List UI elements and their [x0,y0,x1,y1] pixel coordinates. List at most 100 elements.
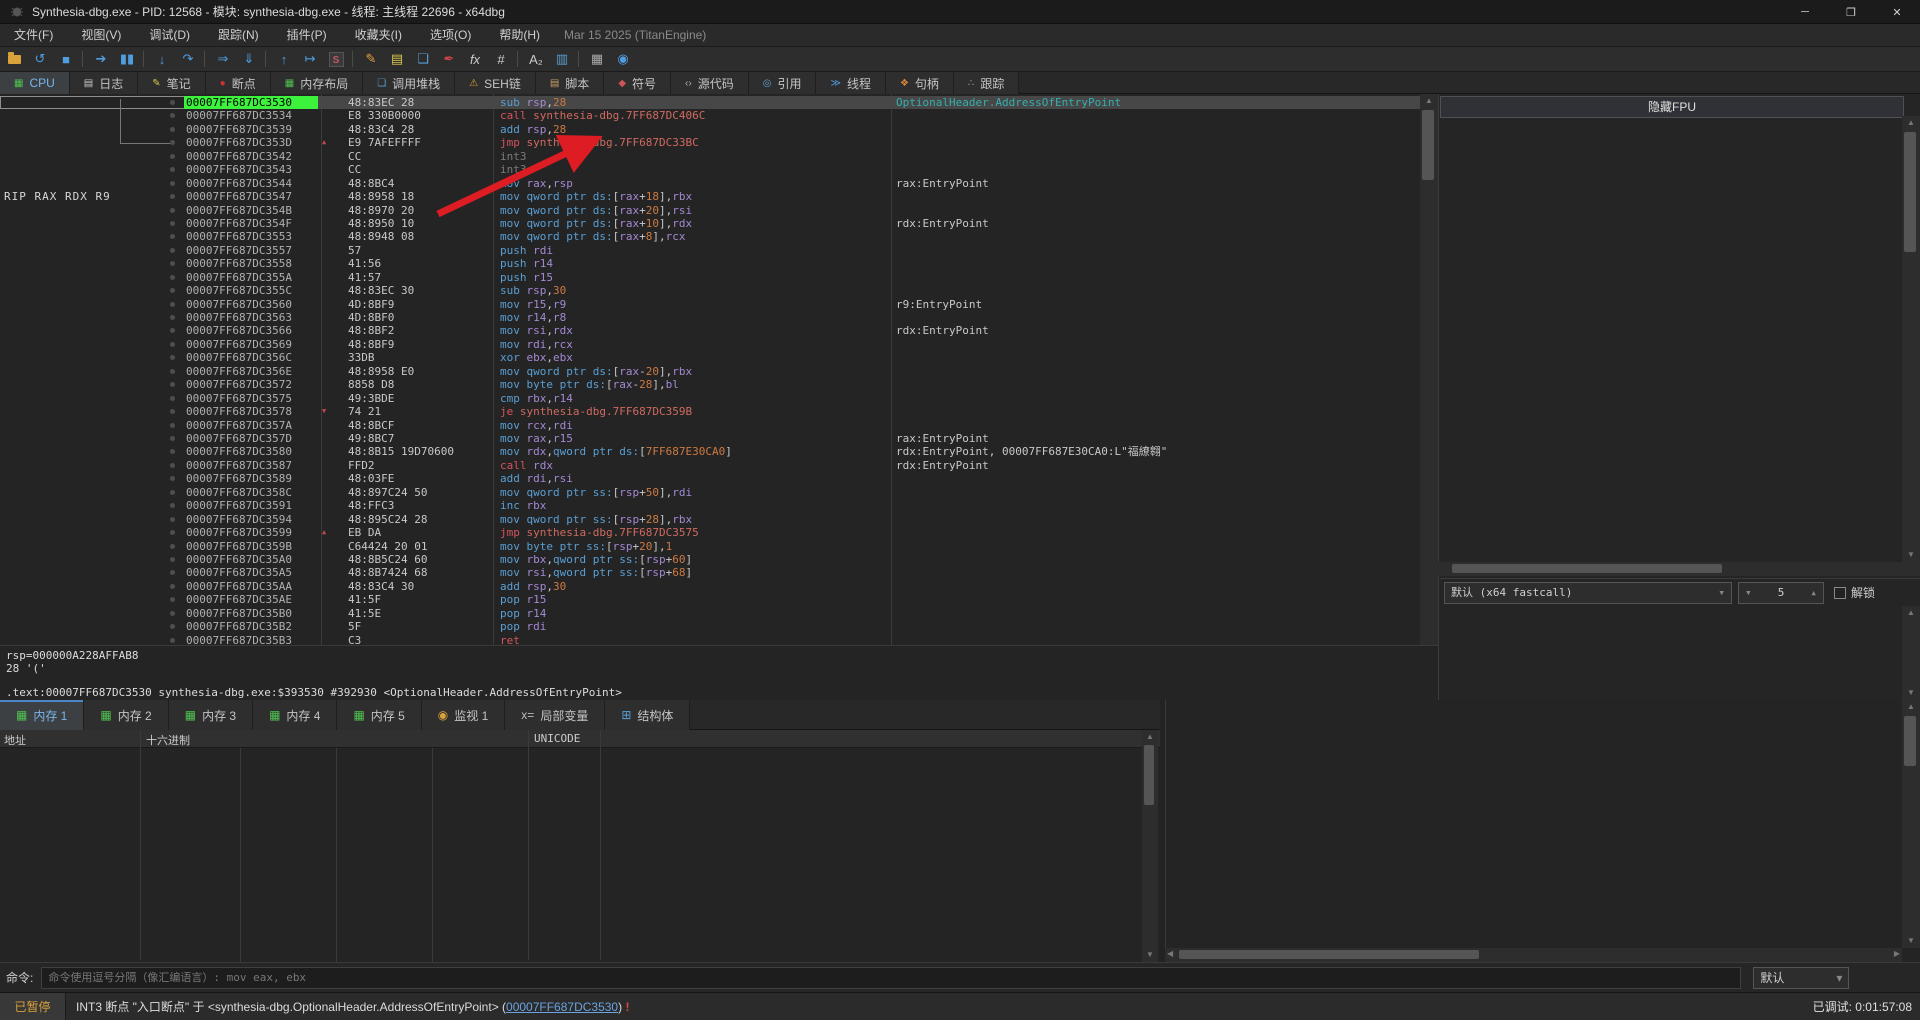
disasm-instruction[interactable]: jmp synthesia-dbg.7FF687DC3575 [500,526,886,539]
disasm-instruction[interactable]: je synthesia-dbg.7FF687DC359B [500,405,886,418]
disasm-address[interactable]: 00007FF687DC3578 [186,405,316,418]
breakpoint-dot[interactable] [170,423,175,428]
disasm-row[interactable]: 00007FF687DC353948:83C4 28add rsp,28 [0,123,1420,136]
step-over-icon[interactable]: ↷ [176,49,200,70]
arguments-view[interactable] [1440,606,1902,700]
disasm-instruction[interactable]: mov qword ptr ds:[rax-20],rbx [500,365,886,378]
disasm-address[interactable]: 00007FF687DC3563 [186,311,316,324]
breakpoint-dot[interactable] [170,476,175,481]
disasm-row[interactable]: 00007FF687DC356C33DBxor ebx,ebx [0,351,1420,364]
disasm-address[interactable]: 00007FF687DC35AE [186,593,316,606]
disasm-instruction[interactable]: inc rbx [500,499,886,512]
maximize-button[interactable]: ❐ [1828,0,1874,24]
tab-call-stack[interactable]: ❏调用堆栈 [363,72,455,94]
run-to-user-code-icon[interactable]: ↦ [298,49,322,70]
disasm-address[interactable]: 00007FF687DC3566 [186,324,316,337]
tab-dump-5[interactable]: ▦内存 5 [337,700,421,730]
breakpoint-dot[interactable] [170,234,175,239]
tab-trace[interactable]: ∴跟踪 [954,72,1019,94]
disasm-instruction[interactable]: mov qword ptr ds:[rax+8],rcx [500,230,886,243]
disasm-row[interactable]: 00007FF687DC35604D:8BF9mov r15,r9r9:Entr… [0,298,1420,311]
hide-fpu-button[interactable]: 隐藏FPU [1440,96,1904,118]
breakpoint-dot[interactable] [170,181,175,186]
disasm-row[interactable]: 00007FF687DC358C48:897C24 50mov qword pt… [0,486,1420,499]
disasm-row[interactable]: 00007FF687DC35B3C3ret [0,634,1420,645]
disasm-row[interactable]: 00007FF687DC3542CCint3 [0,150,1420,163]
disasm-instruction[interactable]: mov rdx,qword ptr ds:[7FF687E30CA0] [500,445,886,458]
disasm-instruction[interactable]: mov rax,r15 [500,432,886,445]
disasm-instruction[interactable]: mov qword ptr ds:[rax+10],rdx [500,217,886,230]
disasm-address[interactable]: 00007FF687DC3530 [184,96,318,109]
breakpoint-dot[interactable] [170,463,175,468]
disasm-row[interactable]: 00007FF687DC35B25Fpop rdi [0,620,1420,633]
breakpoint-dot[interactable] [170,503,175,508]
disasm-instruction[interactable]: xor ebx,ebx [500,351,886,364]
menu-item-7[interactable]: 帮助(H) [485,24,554,47]
disasm-address[interactable]: 00007FF687DC3587 [186,459,316,472]
minimize-button[interactable]: ─ [1782,0,1828,24]
breakpoint-dot[interactable] [170,113,175,118]
disasm-address[interactable]: 00007FF687DC359B [186,540,316,553]
dump-scrollbar[interactable]: ▲▼ [1142,730,1158,962]
breakpoint-dot[interactable] [170,154,175,159]
breakpoint-dot[interactable] [170,127,175,132]
disasm-address[interactable]: 00007FF687DC35B2 [186,620,316,633]
disasm-instruction[interactable]: mov byte ptr ds:[rax-28],bl [500,378,886,391]
disasm-row[interactable]: 00007FF687DC35B041:5Epop r14 [0,607,1420,620]
hash-icon[interactable]: # [489,49,513,70]
disasm-address[interactable]: 00007FF687DC354B [186,204,316,217]
disasm-instruction[interactable]: int3 [500,163,886,176]
disasm-address[interactable]: 00007FF687DC355C [186,284,316,297]
registers-hscrollbar[interactable] [1438,562,1920,576]
disasm-address[interactable]: 00007FF687DC3589 [186,472,316,485]
tab-notes[interactable]: ✎笔记 [138,72,205,94]
breakpoint-dot[interactable] [170,409,175,414]
disasm-instruction[interactable]: push rdi [500,244,886,257]
tab-handles[interactable]: ❖句柄 [886,72,954,94]
disasm-row[interactable]: 00007FF687DC353D▲E9 7AFEFFFFjmp synthesi… [0,136,1420,149]
disasm-address[interactable]: 00007FF687DC3542 [186,150,316,163]
disasm-row[interactable]: 00007FF687DC3587FFD2call rdxrdx:EntryPoi… [0,459,1420,472]
status-address-link[interactable]: 00007FF687DC3530 [506,1000,618,1014]
disasm-instruction[interactable]: mov r14,r8 [500,311,886,324]
disasm-address[interactable]: 00007FF687DC3569 [186,338,316,351]
disasm-row[interactable]: 00007FF687DC358048:8B15 19D70600mov rdx,… [0,445,1420,458]
disasm-row[interactable]: 00007FF687DC3543CCint3 [0,163,1420,176]
disasm-address[interactable]: 00007FF687DC354F [186,217,316,230]
calculator-icon[interactable]: ▦ [585,49,609,70]
breakpoint-dot[interactable] [170,261,175,266]
disasm-instruction[interactable]: int3 [500,150,886,163]
unlock-checkbox[interactable]: 解锁 [1834,584,1875,601]
breakpoint-dot[interactable] [170,342,175,347]
disasm-instruction[interactable]: pop rdi [500,620,886,633]
disasm-row[interactable]: 00007FF687DC355841:56push r14 [0,257,1420,270]
disasm-address[interactable]: 00007FF687DC3547 [186,190,316,203]
disasm-instruction[interactable]: jmp synthesia-dbg.7FF687DC33BC [500,136,886,149]
disasm-instruction[interactable]: cmp rbx,r14 [500,392,886,405]
disasm-instruction[interactable]: call synthesia-dbg.7FF687DC406C [500,109,886,122]
disasm-address[interactable]: 00007FF687DC3575 [186,392,316,405]
disasm-address[interactable]: 00007FF687DC3553 [186,230,316,243]
command-profile-select[interactable]: 默认▾ [1753,967,1849,989]
disasm-row[interactable]: 00007FF687DC357549:3BDEcmp rbx,r14 [0,392,1420,405]
disasm-row[interactable]: 00007FF687DC3578▼74 21je synthesia-dbg.7… [0,405,1420,418]
disasm-instruction[interactable]: mov qword ptr ds:[rax+18],rbx [500,190,886,203]
disasm-instruction[interactable]: mov r15,r9 [500,298,886,311]
disasm-address[interactable]: 00007FF687DC35A5 [186,566,316,579]
disasm-row[interactable]: 00007FF687DC354F48:8950 10mov qword ptr … [0,217,1420,230]
disasm-instruction[interactable]: mov rbx,qword ptr ss:[rsp+60] [500,553,886,566]
trace-over-icon[interactable]: ⇓ [237,49,261,70]
tab-breakpoints[interactable]: ●断点 [206,72,271,94]
trace-into-icon[interactable]: ⇒ [211,49,235,70]
disasm-instruction[interactable]: add rdi,rsi [500,472,886,485]
pause-icon[interactable]: ▮▮ [115,49,139,70]
tab-cpu[interactable]: ▦CPU [0,72,70,94]
disasm-instruction[interactable]: mov rsi,rdx [500,324,886,337]
breakpoint-dot[interactable] [170,530,175,535]
globe-icon[interactable]: ◉ [611,49,635,70]
tab-symbols[interactable]: ◆符号 [604,72,671,94]
registers-scrollbar[interactable]: ▲▼ [1902,116,1920,562]
disasm-address[interactable]: 00007FF687DC3558 [186,257,316,270]
breakpoint-dot[interactable] [170,288,175,293]
breakpoint-dot[interactable] [170,490,175,495]
